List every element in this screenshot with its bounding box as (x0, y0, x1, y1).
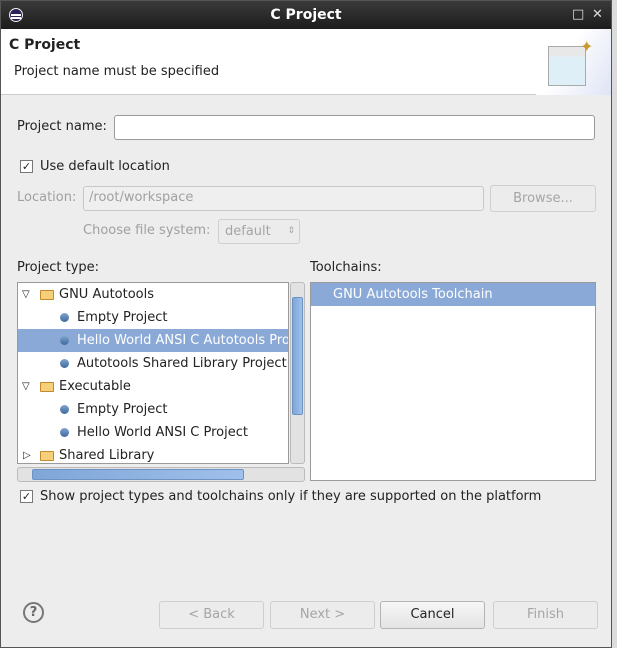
scrollbar-thumb[interactable] (292, 297, 303, 415)
tree-item-executable[interactable]: ▽ Executable (18, 375, 288, 398)
browse-button[interactable]: Browse... (490, 185, 596, 212)
toolchain-item[interactable]: GNU Autotools Toolchain (311, 283, 595, 306)
use-default-location-checkbox[interactable]: ✓ (20, 160, 33, 173)
tree-item-shared-library[interactable]: ▷ Shared Library (18, 444, 288, 467)
wizard-banner: C Project Project name must be specified… (1, 29, 611, 95)
tree-item[interactable]: Hello World ANSI C Project (18, 421, 288, 444)
wizard-image-icon: ✦ (536, 29, 611, 95)
location-label: Location: (17, 190, 77, 205)
c-project-dialog: C Project □ ✕ C Project Project name mus… (0, 0, 612, 648)
cancel-button[interactable]: Cancel (380, 601, 485, 629)
folder-icon (40, 290, 54, 300)
toolchains-list: GNU Autotools Toolchain (310, 282, 596, 481)
folder-icon (40, 451, 54, 461)
location-input[interactable]: /root/workspace (83, 186, 484, 211)
folder-icon (40, 382, 54, 392)
vertical-scrollbar[interactable] (290, 282, 305, 464)
project-icon (60, 405, 69, 414)
banner-title: C Project (9, 37, 81, 53)
project-icon (60, 313, 69, 322)
help-icon[interactable]: ? (23, 602, 44, 623)
project-icon (60, 336, 69, 345)
project-type-tree: ▽ GNU Autotools Empty Project Hello World… (17, 282, 289, 464)
maximize-icon[interactable]: □ (572, 1, 584, 29)
close-icon[interactable]: ✕ (592, 1, 603, 29)
tree-item[interactable]: Autotools Shared Library Project (18, 352, 288, 375)
file-system-select[interactable]: default ⇕ (218, 219, 300, 244)
tree-item-selected[interactable]: Hello World ANSI C Autotools Project (18, 329, 288, 352)
spinner-icon: ⇕ (287, 226, 295, 236)
eclipse-logo-icon (9, 8, 23, 22)
title-bar: C Project □ ✕ (1, 1, 611, 29)
file-system-label: Choose file system: (83, 223, 211, 238)
expanded-icon[interactable]: ▽ (22, 375, 30, 398)
expanded-icon[interactable]: ▽ (22, 283, 30, 306)
horizontal-scrollbar[interactable] (17, 467, 305, 482)
scrollbar-thumb[interactable] (32, 469, 244, 480)
window-title: C Project (270, 7, 342, 23)
use-default-location-label: Use default location (40, 159, 170, 174)
project-type-label: Project type: (17, 260, 100, 275)
tree-item[interactable]: Empty Project (18, 398, 288, 421)
project-icon (60, 359, 69, 368)
finish-button[interactable]: Finish (493, 601, 598, 629)
tree-item[interactable]: Empty Project (18, 306, 288, 329)
collapsed-icon[interactable]: ▷ (23, 444, 31, 467)
file-system-value: default (225, 224, 271, 239)
tree-item-gnu-autotools[interactable]: ▽ GNU Autotools (18, 283, 288, 306)
project-icon (60, 428, 69, 437)
show-supported-label: Show project types and toolchains only i… (40, 489, 542, 504)
project-name-label: Project name: (17, 119, 107, 134)
show-supported-checkbox[interactable]: ✓ (20, 490, 33, 503)
toolchains-label: Toolchains: (310, 260, 382, 275)
project-name-input[interactable] (114, 115, 595, 140)
next-button[interactable]: Next > (270, 601, 375, 629)
back-button[interactable]: < Back (159, 601, 264, 629)
banner-message: Project name must be specified (14, 64, 220, 79)
